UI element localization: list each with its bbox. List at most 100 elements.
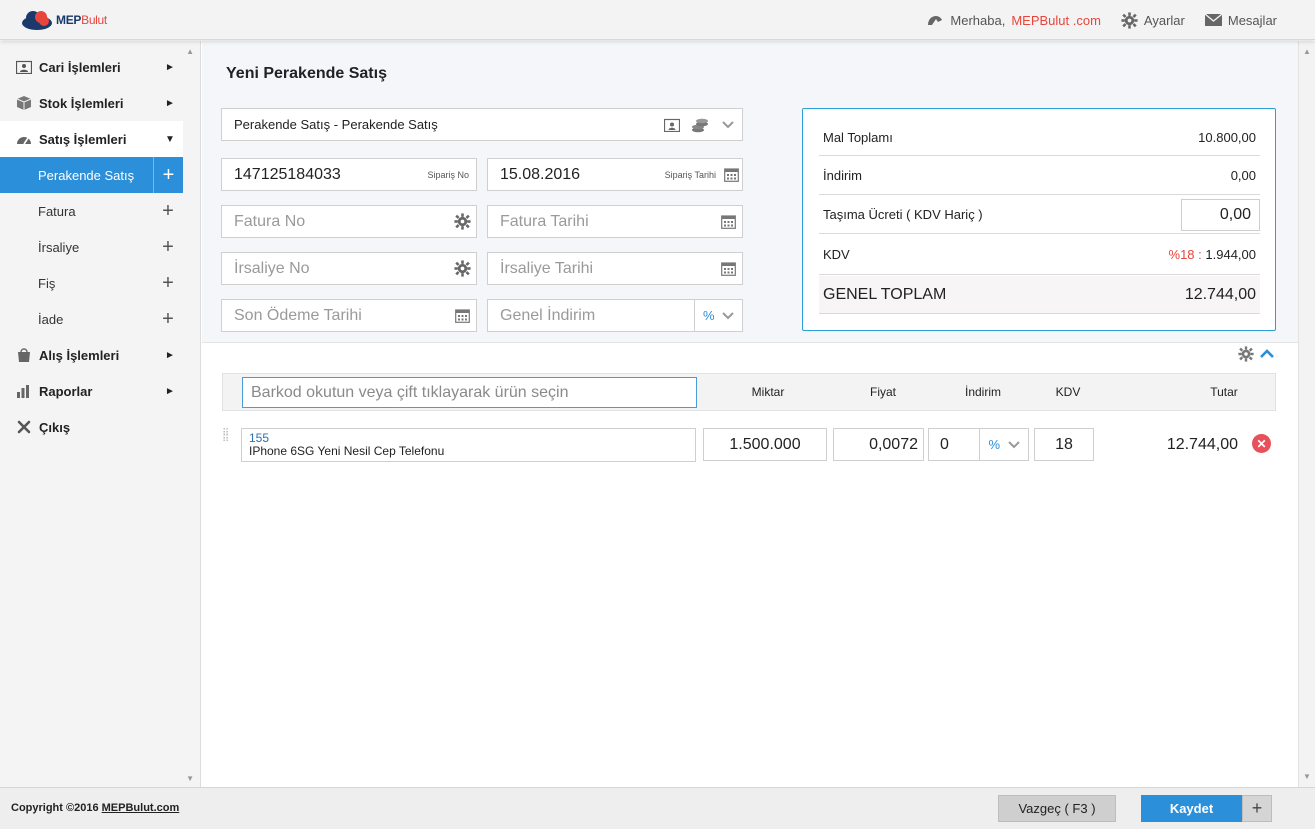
add-iade-button[interactable]: + bbox=[153, 301, 183, 337]
form-area: Yeni Perakende Satış Perakende Satış - P… bbox=[202, 41, 1298, 343]
sidebar-subitem-fis[interactable]: Fiş + bbox=[0, 265, 183, 301]
waybill-date-field[interactable]: İrsaliye Tarihi bbox=[487, 252, 743, 285]
coins-icon[interactable] bbox=[686, 117, 714, 133]
row-discount-field[interactable]: 0 % bbox=[928, 428, 1029, 461]
user-name: MEPBulut .com bbox=[1011, 12, 1101, 28]
grand-total-row: GENEL TOPLAM 12.744,00 bbox=[819, 276, 1260, 314]
page-title: Yeni Perakende Satış bbox=[226, 65, 387, 82]
barcode-input[interactable]: Barkod okutun veya çift tıklayarak ürün … bbox=[242, 377, 697, 408]
summary-panel: Mal Toplamı 10.800,00 İndirim 0,00 Taşım… bbox=[802, 108, 1276, 331]
add-fatura-button[interactable]: + bbox=[153, 193, 183, 229]
settings-link[interactable]: Ayarlar bbox=[1121, 11, 1185, 29]
scroll-up-icon[interactable]: ▲ bbox=[186, 47, 194, 56]
gear-icon[interactable] bbox=[1238, 346, 1254, 362]
box-icon bbox=[16, 95, 32, 111]
sidebar-item-label: Raporlar bbox=[39, 383, 93, 399]
sidebar-item-raporlar[interactable]: Raporlar ► bbox=[0, 373, 183, 409]
waybill-no-field[interactable]: İrsaliye No bbox=[221, 252, 477, 285]
discount-type-value: % bbox=[703, 308, 715, 323]
chevron-down-icon[interactable] bbox=[714, 120, 742, 129]
vat-input[interactable]: 18 bbox=[1034, 428, 1094, 461]
general-discount-field[interactable]: Genel İndirim % bbox=[487, 299, 743, 332]
vat-rate: %18 : bbox=[1168, 247, 1202, 262]
chevron-up-icon[interactable] bbox=[1260, 349, 1274, 359]
sale-type-select[interactable]: Perakende Satış - Perakende Satış bbox=[221, 108, 743, 141]
invoice-no-placeholder: Fatura No bbox=[234, 212, 306, 230]
row-discount-value: 0 bbox=[940, 435, 949, 453]
greeting-text: Merhaba, bbox=[950, 12, 1006, 28]
invoice-date-placeholder: Fatura Tarihi bbox=[500, 212, 589, 230]
calendar-icon[interactable] bbox=[720, 167, 742, 182]
order-no-field[interactable]: 147125184033 Sipariş No bbox=[221, 158, 477, 191]
sidebar-subitem-label: Fatura bbox=[38, 203, 76, 219]
calendar-icon[interactable] bbox=[714, 261, 742, 276]
vat-label: KDV bbox=[823, 247, 850, 262]
shopping-bag-icon bbox=[16, 347, 32, 363]
due-date-field[interactable]: Son Ödeme Tarihi bbox=[221, 299, 477, 332]
sidebar-subitem-perakende[interactable]: Perakende Satış + bbox=[0, 157, 183, 193]
sidebar-subitem-irsaliye[interactable]: İrsaliye + bbox=[0, 229, 183, 265]
discount-type-select[interactable]: % bbox=[694, 300, 742, 331]
scroll-down-icon[interactable]: ▼ bbox=[186, 774, 194, 783]
calendar-icon[interactable] bbox=[714, 214, 742, 229]
drag-handle-icon[interactable]: ⠿ ⠿ bbox=[222, 429, 232, 445]
sidebar: ▲ Cari İşlemleri ► Stok İşlemleri ► Satı… bbox=[0, 41, 201, 787]
gear-icon[interactable] bbox=[448, 213, 476, 230]
invoice-date-field[interactable]: Fatura Tarihi bbox=[487, 205, 743, 238]
sidebar-subitem-iade[interactable]: İade + bbox=[0, 301, 183, 337]
invoice-no-field[interactable]: Fatura No bbox=[221, 205, 477, 238]
shipping-input[interactable]: 0,00 bbox=[1181, 198, 1260, 231]
order-no-label: Sipariş No bbox=[427, 169, 469, 180]
dashboard-gauge-icon bbox=[16, 131, 32, 147]
settings-label: Ayarlar bbox=[1143, 12, 1185, 28]
table-tools bbox=[1238, 346, 1274, 362]
sidebar-subitem-label: İrsaliye bbox=[38, 239, 80, 255]
sidebar-item-alis[interactable]: Alış İşlemleri ► bbox=[0, 337, 183, 373]
messages-link[interactable]: Mesajlar bbox=[1204, 13, 1277, 28]
scroll-down-icon[interactable]: ▼ bbox=[1303, 772, 1311, 781]
price-input[interactable]: 0,0072 bbox=[833, 428, 924, 461]
logo[interactable]: MEPBulut bbox=[20, 8, 107, 32]
chevron-down-icon bbox=[1008, 440, 1020, 448]
calendar-icon[interactable] bbox=[448, 308, 476, 323]
page-scrollbar[interactable]: ▲ ▼ bbox=[1298, 41, 1315, 787]
table-header: Barkod okutun veya çift tıklayarak ürün … bbox=[222, 373, 1276, 411]
footer: Copyright ©2016 MEPBulut.com Vazgeç ( F3… bbox=[0, 787, 1315, 829]
cancel-button[interactable]: Vazgeç ( F3 ) bbox=[998, 795, 1116, 822]
goods-total-value: 10.800,00 bbox=[1198, 129, 1256, 145]
add-perakende-button[interactable]: + bbox=[153, 157, 183, 193]
chevron-down-icon bbox=[722, 311, 734, 319]
save-button[interactable]: Kaydet bbox=[1141, 795, 1242, 822]
user-greeting[interactable]: Merhaba, MEPBulut .com bbox=[926, 13, 1101, 28]
copyright-link[interactable]: MEPBulut.com bbox=[102, 802, 180, 814]
add-fis-button[interactable]: + bbox=[153, 265, 183, 301]
product-cell[interactable]: 155 IPhone 6SG Yeni Nesil Cep Telefonu bbox=[241, 428, 696, 462]
sidebar-subitem-label: Fiş bbox=[38, 275, 56, 291]
save-options-button[interactable]: + bbox=[1242, 795, 1272, 822]
scroll-up-icon[interactable]: ▲ bbox=[1303, 47, 1311, 56]
col-vat: KDV bbox=[1055, 385, 1081, 399]
col-total: Tutar bbox=[1210, 385, 1238, 399]
delete-row-icon[interactable]: ✕ bbox=[1252, 434, 1271, 453]
product-code[interactable]: 155 bbox=[249, 431, 688, 445]
sidebar-item-cari[interactable]: Cari İşlemleri ► bbox=[0, 49, 183, 85]
vat-row: KDV %18 : 1.944,00 bbox=[819, 235, 1260, 275]
qty-input[interactable]: 1.500.000 bbox=[703, 428, 827, 461]
add-irsaliye-button[interactable]: + bbox=[153, 229, 183, 265]
sidebar-item-stok[interactable]: Stok İşlemleri ► bbox=[0, 85, 183, 121]
sidebar-item-satis[interactable]: Satış İşlemleri ▼ bbox=[0, 121, 183, 157]
sidebar-subitem-fatura[interactable]: Fatura + bbox=[0, 193, 183, 229]
top-header: MEPBulut Merhaba, MEPBulut .com Ayarlar … bbox=[0, 0, 1315, 40]
gear-icon bbox=[1121, 11, 1138, 29]
discount-label: İndirim bbox=[823, 168, 863, 183]
logo-sub: Bulut bbox=[81, 13, 107, 27]
vat-value: 1.944,00 bbox=[1205, 247, 1256, 262]
order-date-field[interactable]: 15.08.2016 Sipariş Tarihi bbox=[487, 158, 743, 191]
gear-icon[interactable] bbox=[448, 260, 476, 277]
grand-total-label: GENEL TOPLAM bbox=[823, 285, 947, 303]
col-discount: İndirim bbox=[964, 385, 1001, 399]
row-discount-type: % bbox=[988, 437, 1000, 452]
sidebar-item-cikis[interactable]: Çıkış bbox=[0, 409, 183, 445]
contact-folder-icon[interactable] bbox=[658, 118, 686, 132]
row-discount-type-select[interactable]: % bbox=[979, 429, 1028, 460]
